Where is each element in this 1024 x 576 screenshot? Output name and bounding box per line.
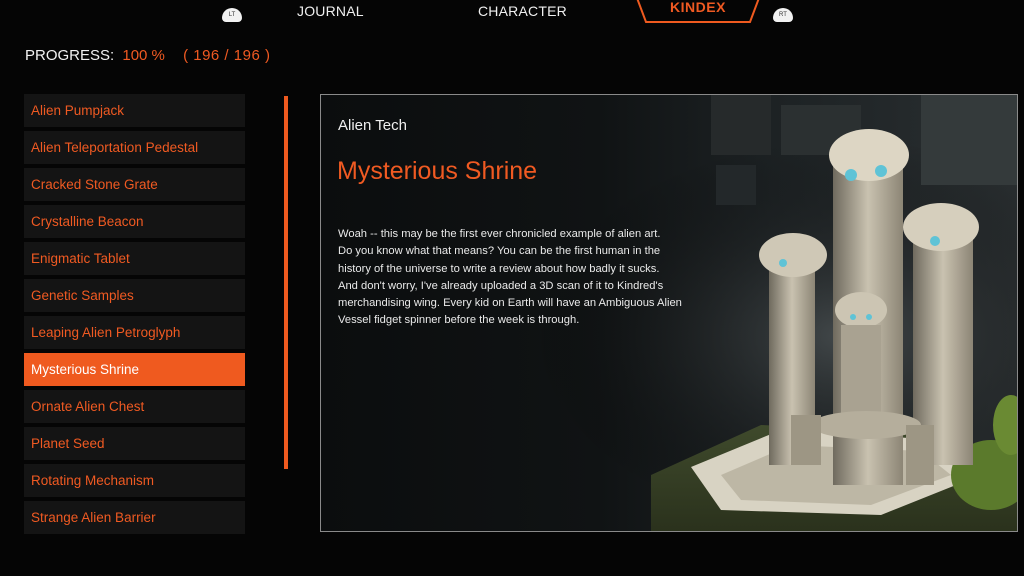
rt-trigger-icon[interactable]: RT xyxy=(773,8,793,22)
list-item[interactable]: Ornate Alien Chest xyxy=(24,390,245,423)
list-item[interactable]: Alien Teleportation Pedestal xyxy=(24,131,245,164)
lt-trigger-icon[interactable]: LT xyxy=(222,8,242,22)
tab-kindex[interactable]: KINDEX xyxy=(636,0,760,24)
progress-percent: 100 % xyxy=(122,47,165,64)
list-item[interactable]: Alien Pumpjack xyxy=(24,94,245,127)
entry-detail-panel: Alien Tech Mysterious Shrine Woah -- thi… xyxy=(320,94,1018,532)
description-line: Vessel fidget spinner before the week is… xyxy=(338,314,580,327)
progress-label: PROGRESS: xyxy=(25,47,115,64)
list-scrollbar[interactable] xyxy=(284,96,288,469)
list-item[interactable]: Enigmatic Tablet xyxy=(24,242,245,275)
list-item[interactable]: Rotating Mechanism xyxy=(24,464,245,497)
kindex-entry-list: Alien Pumpjack Alien Teleportation Pedes… xyxy=(24,94,245,538)
entry-category: Alien Tech xyxy=(338,117,407,134)
list-item[interactable]: Crystalline Beacon xyxy=(24,205,245,238)
list-item-selected[interactable]: Mysterious Shrine xyxy=(24,353,245,386)
description-line: history of the universe to write a revie… xyxy=(338,262,660,275)
description-line: Woah -- this may be the first ever chron… xyxy=(338,228,661,240)
tab-character[interactable]: CHARACTER xyxy=(478,3,567,19)
description-line: merchandising wing. Every kid on Earth w… xyxy=(338,297,682,310)
description-line: Do you know what that means? You can be … xyxy=(338,245,661,258)
entry-title: Mysterious Shrine xyxy=(337,157,538,185)
tab-kindex-label: KINDEX xyxy=(670,0,726,15)
list-item[interactable]: Leaping Alien Petroglyph xyxy=(24,316,245,349)
progress-count: ( 196 / 196 ) xyxy=(183,47,271,64)
progress-readout: PROGRESS: 100 % ( 196 / 196 ) xyxy=(25,47,270,64)
entry-description: Woah -- this may be the first ever chron… xyxy=(338,226,758,330)
list-item[interactable]: Genetic Samples xyxy=(24,279,245,312)
top-nav: LT JOURNAL CHARACTER KINDEX RT xyxy=(0,0,1024,34)
list-item[interactable]: Cracked Stone Grate xyxy=(24,168,245,201)
list-item[interactable]: Strange Alien Barrier xyxy=(24,501,245,534)
tab-journal[interactable]: JOURNAL xyxy=(297,3,364,19)
list-item[interactable]: Planet Seed xyxy=(24,427,245,460)
description-line: And don't worry, I've already uploaded a… xyxy=(338,279,664,292)
